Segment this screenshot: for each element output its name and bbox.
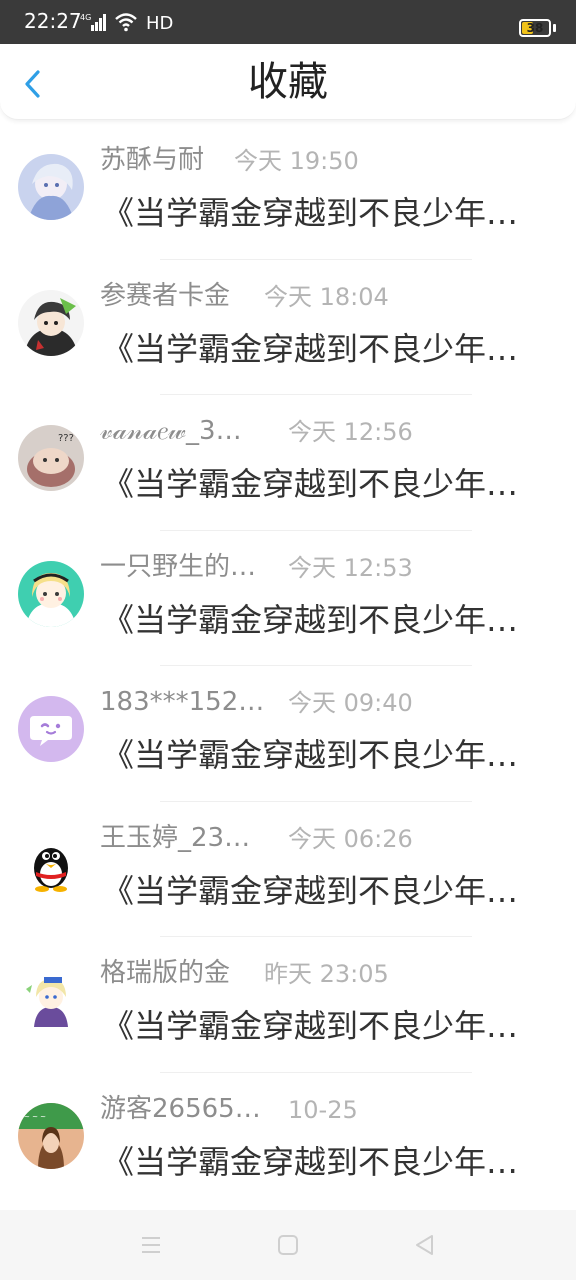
message-preview: 《当学霸金穿越到不良少年… — [102, 871, 519, 910]
signal-label: 4G — [80, 13, 91, 22]
list-item[interactable]: 参赛者卡金 今天 18:04 《当学霸金穿越到不良少年… — [0, 260, 576, 395]
avatar[interactable] — [18, 696, 84, 762]
avatar[interactable] — [18, 967, 84, 1033]
sender-name: 183***152… — [100, 687, 265, 717]
sender-name: 王玉婷_23… — [100, 822, 251, 853]
wifi-icon — [114, 12, 138, 36]
signal-icon: 4G — [80, 12, 106, 36]
timestamp: 昨天 23:05 — [264, 960, 389, 988]
sender-name: 参赛者卡金 — [100, 280, 231, 311]
sender-name: 游客26565… — [100, 1093, 261, 1124]
nav-home-button[interactable] — [275, 1232, 301, 1258]
avatar[interactable] — [18, 154, 84, 220]
navigation-bar — [0, 1210, 576, 1280]
sender-name: 一只野生的… — [100, 551, 257, 582]
message-preview: 《当学霸金穿越到不良少年… — [102, 465, 519, 503]
menu-icon — [142, 1237, 160, 1253]
nav-menu-button[interactable] — [138, 1232, 164, 1258]
timestamp: 10-25 — [288, 1095, 358, 1124]
avatar[interactable]: ~ ~ ~ — [18, 1102, 84, 1169]
header: 收藏 — [0, 44, 576, 120]
sender-name: 𝓋𝒶𝓃𝒶𝑒𝓌_3… — [100, 416, 242, 446]
list-item[interactable]: 一只野生的… 今天 12:53 《当学霸金穿越到不良少年… — [0, 531, 576, 666]
timestamp: 今天 12:53 — [288, 553, 413, 582]
battery-level: 38 — [526, 21, 544, 35]
status-icons: 4G HD — [80, 12, 174, 36]
timestamp: 今天 19:50 — [234, 147, 359, 175]
message-preview: 《当学霸金穿越到不良少年… — [102, 194, 519, 232]
message-preview: 《当学霸金穿越到不良少年… — [102, 736, 519, 774]
status-time: 22:27 — [24, 9, 82, 33]
favorites-list: 苏酥与耐 今天 19:50 《当学霸金穿越到不良少年… 参赛者卡金 今天 18:… — [0, 124, 576, 1208]
battery-icon: 38 — [519, 19, 551, 37]
triangle-back-icon — [416, 1235, 433, 1255]
avatar[interactable] — [18, 560, 84, 627]
message-preview: 《当学霸金穿越到不良少年… — [102, 600, 519, 639]
list-item[interactable]: 格瑞版的金 昨天 23:05 《当学霸金穿越到不良少年… — [0, 937, 576, 1073]
list-item[interactable]: 苏酥与耐 今天 19:50 《当学霸金穿越到不良少年… — [0, 124, 576, 260]
sender-name: 格瑞版的金 — [100, 958, 231, 988]
status-bar: 22:27 4G HD 38 — [0, 0, 576, 44]
svg-text:???: ??? — [58, 433, 74, 444]
network-type: HD — [146, 13, 174, 34]
page-title: 收藏 — [248, 59, 328, 105]
avatar[interactable] — [18, 289, 84, 356]
list-item[interactable]: ~ ~ ~ 游客26565… 10-25 《当学霸金穿越到不良少年… — [0, 1073, 576, 1209]
timestamp: 今天 09:40 — [288, 689, 413, 717]
message-preview: 《当学霸金穿越到不良少年… — [102, 1007, 519, 1045]
nav-back-button[interactable] — [412, 1232, 438, 1258]
svg-text:~ ~ ~: ~ ~ ~ — [24, 1113, 46, 1121]
timestamp: 今天 18:04 — [264, 282, 389, 311]
list-item[interactable]: ??? 𝓋𝒶𝓃𝒶𝑒𝓌_3… 今天 12:56 《当学霸金穿越到不良少年… — [0, 395, 576, 531]
avatar[interactable]: ??? — [18, 425, 84, 491]
square-home-icon — [278, 1235, 298, 1255]
list-item[interactable]: 183***152… 今天 09:40 《当学霸金穿越到不良少年… — [0, 666, 576, 802]
list-item[interactable]: 王玉婷_23… 今天 06:26 《当学霸金穿越到不良少年… — [0, 802, 576, 937]
message-preview: 《当学霸金穿越到不良少年… — [102, 329, 519, 368]
timestamp: 今天 12:56 — [288, 418, 413, 446]
avatar[interactable] — [18, 831, 84, 898]
message-preview: 《当学霸金穿越到不良少年… — [102, 1142, 519, 1181]
timestamp: 今天 06:26 — [288, 824, 413, 853]
